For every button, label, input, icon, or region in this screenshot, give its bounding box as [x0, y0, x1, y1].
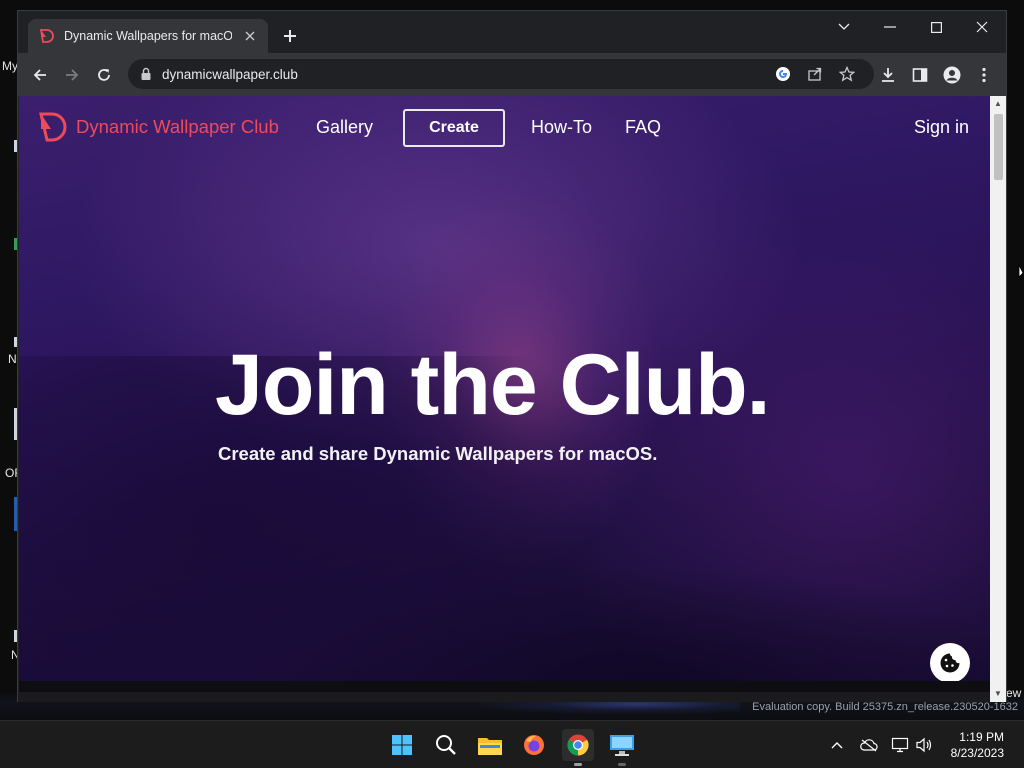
- kebab-menu-icon: [982, 67, 986, 83]
- clock-date: 8/23/2023: [950, 746, 1004, 760]
- side-panel-button[interactable]: [906, 61, 934, 89]
- profile-button[interactable]: [938, 61, 966, 89]
- start-button[interactable]: [386, 729, 418, 761]
- menu-button[interactable]: [970, 61, 998, 89]
- hero-subtitle: Create and share Dynamic Wallpapers for …: [218, 443, 658, 464]
- tab-strip: Dynamic Wallpapers for macOS: [18, 11, 1006, 53]
- taskbar-chrome[interactable]: [562, 729, 594, 766]
- forward-button[interactable]: [58, 61, 86, 89]
- taskbar-remote-desktop[interactable]: [606, 729, 638, 766]
- chrome-icon: [567, 734, 589, 756]
- reload-button[interactable]: [90, 61, 118, 89]
- taskbar-firefox[interactable]: [518, 729, 550, 761]
- dynamic-wallpaper-logo-icon: [39, 112, 67, 142]
- scrollbar-thumb[interactable]: [994, 114, 1003, 180]
- running-app-indicator: [618, 763, 626, 766]
- plus-icon: [284, 30, 296, 42]
- evaluation-watermark: Evaluation copy. Build 25375.zn_release.…: [752, 701, 1018, 713]
- browser-toolbar: dynamicwallpaper.club: [18, 53, 1006, 96]
- new-tab-button[interactable]: [278, 24, 302, 48]
- windows-taskbar: 1:19 PM 8/23/2023: [0, 720, 1024, 768]
- download-icon: [882, 68, 894, 82]
- site-logo-link[interactable]: Dynamic Wallpaper Club: [38, 111, 279, 143]
- share-icon[interactable]: [806, 65, 824, 83]
- file-explorer-icon: [478, 738, 502, 755]
- onedrive-cloud-icon: [860, 739, 878, 752]
- mouse-cursor-icon: [1018, 265, 1024, 278]
- star-icon[interactable]: [838, 65, 856, 83]
- nav-link-gallery[interactable]: Gallery: [316, 117, 373, 138]
- remote-desktop-icon: [610, 735, 634, 756]
- desktop-icon-label[interactable]: My: [2, 59, 18, 73]
- maximize-button[interactable]: [913, 11, 959, 43]
- page-section-divider: [19, 681, 990, 692]
- site-navbar: Dynamic Wallpaper Club Gallery Create Ho…: [19, 96, 990, 160]
- desktop-icon-label[interactable]: N: [8, 352, 17, 366]
- desktop-icon-label[interactable]: ew: [1006, 686, 1021, 700]
- site-favicon-icon: [39, 29, 54, 43]
- close-window-button[interactable]: [959, 11, 1005, 43]
- lock-icon[interactable]: [140, 67, 152, 81]
- active-app-indicator: [574, 763, 582, 766]
- create-button[interactable]: Create: [403, 109, 505, 147]
- cookie-icon: [940, 653, 960, 673]
- minimize-icon: [884, 26, 896, 28]
- system-clock[interactable]: 1:19 PM 8/23/2023: [951, 729, 1004, 761]
- maximize-icon: [930, 21, 942, 33]
- address-bar[interactable]: dynamicwallpaper.club: [128, 59, 874, 89]
- nav-link-howto[interactable]: How-To: [531, 117, 592, 138]
- close-icon[interactable]: [242, 28, 258, 44]
- cookie-settings-button[interactable]: [930, 643, 970, 683]
- side-panel-icon: [912, 68, 928, 82]
- downloads-button[interactable]: [874, 61, 902, 89]
- show-hidden-icons-button[interactable]: [827, 735, 847, 755]
- close-icon: [976, 21, 988, 33]
- reload-icon: [98, 69, 110, 81]
- firefox-icon: [524, 735, 544, 755]
- volume-tray-icon[interactable]: [914, 735, 934, 755]
- nav-link-faq[interactable]: FAQ: [625, 117, 661, 138]
- browser-window: Dynamic Wallpapers for macOS dynamicwall…: [17, 10, 1007, 702]
- forward-arrow-icon: [66, 69, 79, 81]
- tab-title: Dynamic Wallpapers for macOS: [64, 29, 232, 43]
- back-arrow-icon: [33, 69, 46, 81]
- vertical-scrollbar[interactable]: ▲ ▼: [990, 96, 1006, 702]
- scroll-down-arrow-icon[interactable]: ▼: [994, 690, 1002, 698]
- windows-start-icon: [392, 735, 412, 755]
- clock-time: 1:19 PM: [959, 730, 1004, 744]
- volume-icon: [916, 737, 932, 753]
- background-shape: [279, 566, 990, 692]
- network-icon: [891, 737, 909, 753]
- hero-title: Join the Club.: [215, 337, 771, 433]
- network-tray-icon[interactable]: [890, 735, 910, 755]
- sign-in-link[interactable]: Sign in: [914, 117, 969, 138]
- tab-search-button[interactable]: [821, 11, 867, 43]
- url-text: dynamicwallpaper.club: [162, 66, 298, 82]
- profile-icon: [943, 66, 961, 84]
- search-icon: [436, 735, 456, 755]
- minimize-button[interactable]: [867, 11, 913, 43]
- onedrive-tray-icon[interactable]: [859, 735, 879, 755]
- back-button[interactable]: [26, 61, 54, 89]
- tab-dynamic-wallpapers[interactable]: Dynamic Wallpapers for macOS: [28, 19, 268, 53]
- web-page: Dynamic Wallpaper Club Gallery Create Ho…: [19, 96, 990, 692]
- taskbar-search-button[interactable]: [430, 729, 462, 761]
- google-icon[interactable]: [774, 65, 792, 83]
- scroll-up-arrow-icon[interactable]: ▲: [994, 100, 1002, 108]
- site-brand-name: Dynamic Wallpaper Club: [76, 116, 279, 137]
- taskbar-file-explorer[interactable]: [474, 729, 506, 761]
- chevron-up-icon: [831, 742, 843, 749]
- chevron-down-icon: [838, 23, 850, 30]
